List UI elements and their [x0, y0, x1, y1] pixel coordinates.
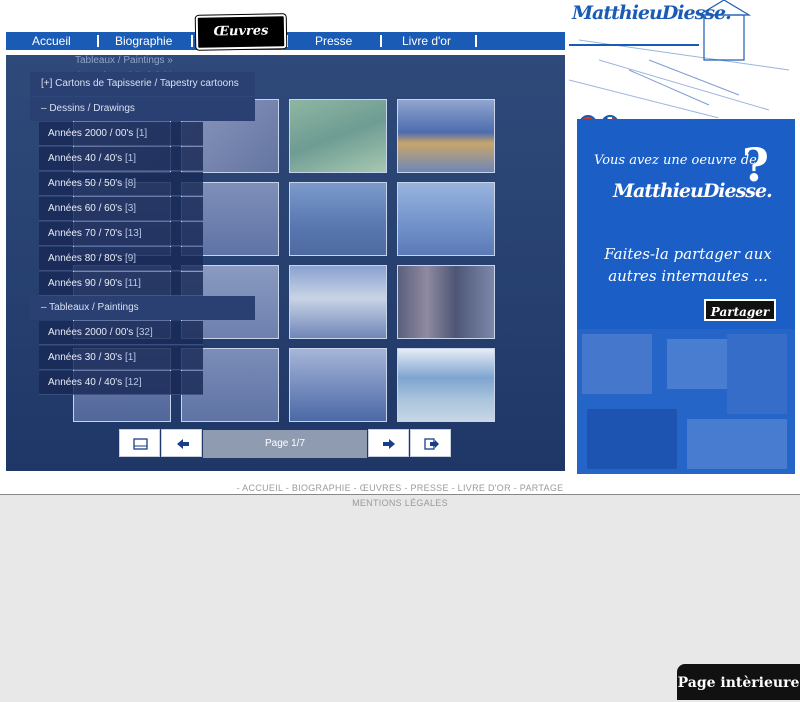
site-logo[interactable]: MatthieuDiesse.: [572, 2, 732, 24]
menu-item-drawings[interactable]: Années 40 / 40's [1]: [39, 147, 203, 171]
previous-page-button[interactable]: [161, 429, 202, 457]
menu-item-count: [12]: [124, 377, 142, 388]
menu-item-drawings[interactable]: Années 60 / 60's [3]: [39, 197, 203, 221]
menu-item-paintings[interactable]: Années 40 / 40's [12]: [39, 371, 203, 395]
share-button[interactable]: Partager: [704, 299, 776, 321]
menu-item-paintings[interactable]: Années 2000 / 00's [32]: [39, 321, 203, 345]
menu-item-label: Années 40 / 40's: [48, 153, 123, 164]
painting-thumbnail[interactable]: [289, 182, 387, 256]
menu-drawings-head[interactable]: – Dessins / Drawings: [30, 97, 255, 121]
menu-item-count: [3]: [124, 203, 137, 214]
menu-item-count: [1]: [124, 352, 137, 363]
arrow-left-icon: [177, 439, 189, 449]
painting-thumbnail[interactable]: [289, 348, 387, 422]
footer-divider: [0, 494, 800, 495]
menu-item-drawings[interactable]: Années 50 / 50's [8]: [39, 172, 203, 196]
menu-item-label: Années 60 / 60's: [48, 203, 123, 214]
nav-livre-dor[interactable]: Livre d'or: [402, 32, 451, 50]
promo-question-mark: ?: [742, 138, 769, 192]
exit-icon: [424, 438, 439, 450]
menu-item-drawings[interactable]: Années 80 / 80's [9]: [39, 247, 203, 271]
menu-item-drawings[interactable]: Années 2000 / 00's [1]: [39, 122, 203, 146]
promo-line-1: Vous avez une oeuvre de: [594, 153, 757, 168]
painting-thumbnail[interactable]: [397, 348, 495, 422]
nav-accueil[interactable]: Accueil: [32, 32, 71, 50]
painting-thumbnail[interactable]: [397, 99, 495, 173]
menu-item-label: Années 40 / 40's: [48, 377, 123, 388]
nav-oeuvres-active[interactable]: Œuvres: [195, 14, 287, 50]
painting-thumbnail[interactable]: [289, 99, 387, 173]
nav-separator: [380, 35, 382, 47]
nav-separator: [191, 35, 193, 47]
menu-item-drawings[interactable]: Années 70 / 70's [13]: [39, 222, 203, 246]
menu-item-label: Années 80 / 80's: [48, 253, 123, 264]
menu-item-label: Années 90 / 90's: [48, 278, 123, 289]
slideshow-icon: [133, 438, 148, 450]
menu-item-count: [9]: [124, 253, 137, 264]
last-page-button[interactable]: [410, 429, 451, 457]
painting-thumbnail[interactable]: [289, 265, 387, 339]
nav-presse[interactable]: Presse: [315, 32, 352, 50]
nav-biographie[interactable]: Biographie: [115, 32, 172, 50]
menu-item-count: [11]: [124, 278, 141, 289]
menu-item-count: [1]: [136, 128, 148, 139]
legal-link[interactable]: MENTIONS LÉGALES: [0, 498, 800, 508]
arrow-right-icon: [383, 439, 395, 449]
next-page-button[interactable]: [368, 429, 409, 457]
menu-item-count: [13]: [124, 228, 142, 239]
menu-item-label: Années 70 / 70's: [48, 228, 123, 239]
menu-item-label: Années 2000 / 00's: [48, 128, 134, 139]
slideshow-button[interactable]: [119, 429, 160, 457]
footer-links[interactable]: - ACCUEIL - BIOGRAPHIE - ŒUVRES - PRESSE…: [0, 483, 800, 493]
painting-thumbnail[interactable]: [397, 182, 495, 256]
menu-item-label: Années 30 / 30's: [48, 352, 123, 363]
menu-tapestry[interactable]: [+] Cartons de Tapisserie / Tapestry car…: [30, 72, 255, 96]
nav-separator: [475, 35, 477, 47]
breadcrumb[interactable]: Tableaux / Paintings »: [75, 55, 173, 66]
menu-item-count: [1]: [124, 153, 137, 164]
promo-line-2: Faites-la partager aux autres internaute…: [604, 245, 772, 285]
menu-item-paintings[interactable]: Années 30 / 30's [1]: [39, 346, 203, 370]
menu-paintings-head[interactable]: – Tableaux / Paintings: [30, 296, 255, 320]
inner-page-tab[interactable]: Page intèrieure: [677, 664, 800, 700]
menu-item-drawings[interactable]: Années 90 / 90's [11]: [39, 272, 203, 296]
menu-item-label: Années 50 / 50's: [48, 178, 123, 189]
painting-thumbnail[interactable]: [397, 265, 495, 339]
menu-item-count: [32]: [136, 327, 153, 338]
page-indicator: Page 1/7: [203, 430, 367, 458]
menu-item-label: Années 2000 / 00's: [48, 327, 134, 338]
menu-item-count: [8]: [124, 178, 137, 189]
nav-separator: [97, 35, 99, 47]
nav-separator: [286, 35, 288, 47]
